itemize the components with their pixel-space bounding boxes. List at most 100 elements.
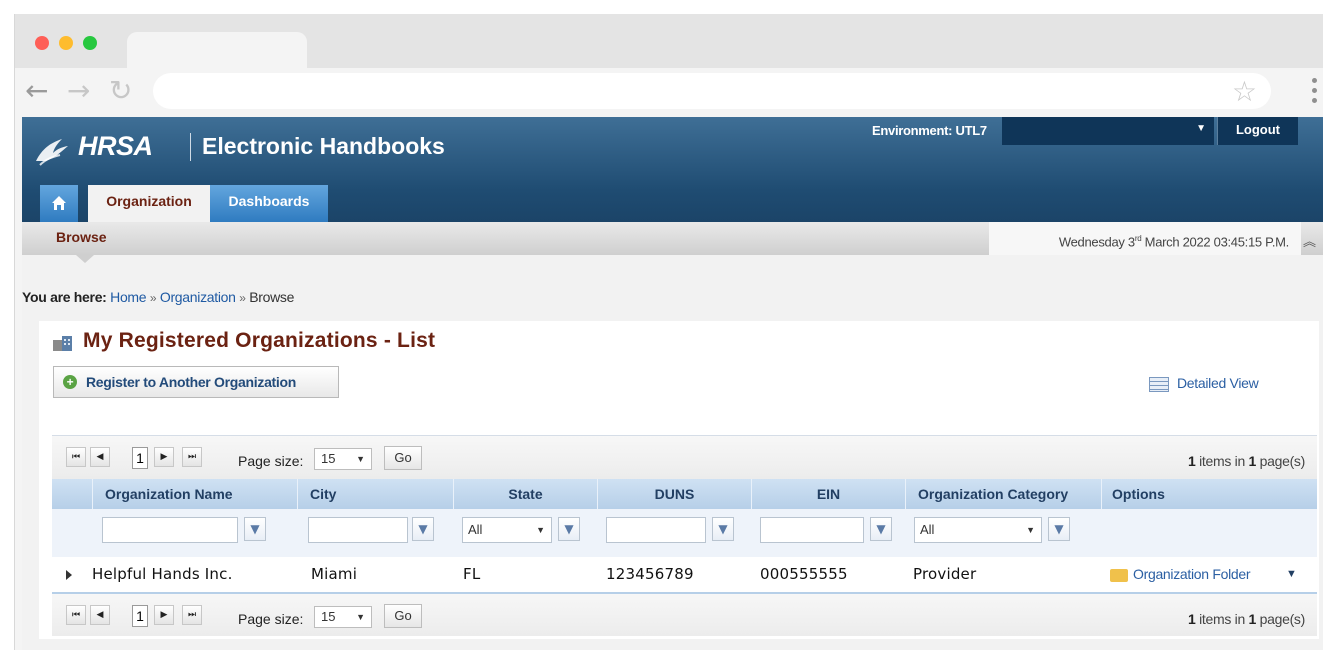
folder-icon — [1110, 569, 1128, 582]
chevron-down-icon: ▼ — [1026, 525, 1035, 535]
organization-folder-link[interactable]: Organization Folder — [1133, 557, 1251, 592]
organization-building-icon — [53, 336, 72, 351]
home-tab[interactable] — [40, 185, 78, 222]
minimize-window-dot[interactable] — [59, 36, 73, 50]
collapse-header-icon[interactable]: ︽ — [1303, 231, 1316, 250]
breadcrumb-organization[interactable]: Organization — [160, 289, 236, 305]
chevron-down-icon: ▼ — [536, 525, 545, 535]
table-header-row: Organization Name City State DUNS EIN Or… — [52, 479, 1317, 509]
column-header-duns[interactable]: DUNS — [597, 479, 751, 509]
last-page-button[interactable]: ⏭ — [182, 605, 202, 625]
go-button[interactable]: Go — [384, 446, 422, 470]
column-header-organization-category[interactable]: Organization Category — [905, 479, 1101, 509]
duns-filter-input[interactable] — [606, 517, 706, 543]
category-filter-select[interactable]: All ▼ — [914, 517, 1042, 543]
maximize-window-dot[interactable] — [83, 36, 97, 50]
browser-tab-bar — [15, 14, 1323, 72]
breadcrumb-home[interactable]: Home — [110, 289, 146, 305]
previous-page-button[interactable]: ◀ — [90, 447, 110, 467]
page-title: My Registered Organizations - List — [83, 329, 436, 352]
first-page-button[interactable]: ⏮ — [66, 605, 86, 625]
pages-suffix: page(s) — [1256, 453, 1306, 469]
browser-window: ← → ↻ ☆ HRSA Electronic Handbooks Enviro… — [14, 14, 1323, 650]
active-subnav-pointer — [76, 255, 94, 263]
category-filter-value: All — [920, 522, 935, 537]
list-view-icon — [1149, 377, 1169, 392]
site-header: HRSA Electronic Handbooks Environment: U… — [22, 117, 1323, 222]
user-account-dropdown[interactable]: ▼ — [1002, 117, 1214, 145]
filter-icon[interactable]: ▼ — [712, 517, 734, 541]
current-page-number[interactable]: 1 — [132, 447, 148, 469]
logout-button[interactable]: Logout — [1217, 117, 1298, 145]
logo-divider — [190, 133, 191, 161]
pages-count: 1 — [1248, 453, 1257, 469]
reload-icon[interactable]: ↻ — [109, 76, 132, 106]
close-window-dot[interactable] — [35, 36, 49, 50]
column-header-city[interactable]: City — [297, 479, 453, 509]
tab-organization[interactable]: Organization — [88, 185, 210, 222]
page-size-select[interactable]: 15 ▼ — [314, 448, 372, 470]
cell-organization-category: Provider — [913, 565, 977, 583]
items-count: 1 — [1188, 453, 1196, 469]
back-arrow-icon[interactable]: ← — [25, 76, 48, 106]
browser-menu-icon[interactable] — [1312, 78, 1318, 108]
page-size-select[interactable]: 15 ▼ — [314, 606, 372, 628]
filter-icon[interactable]: ▼ — [558, 517, 580, 541]
current-page-number[interactable]: 1 — [132, 605, 148, 627]
add-icon: + — [63, 375, 77, 389]
date-prefix: Wednesday 3 — [1058, 234, 1135, 250]
filter-row: ▼ ▼ All ▼ ▼ ▼ ▼ All ▼ ▼ — [52, 509, 1317, 557]
go-button[interactable]: Go — [384, 604, 422, 628]
organizations-grid: ⏮ ◀ 1 ▶ ⏭ Page size: 15 ▼ Go 1 items in 1… — [52, 435, 1317, 636]
next-page-button[interactable]: ▶ — [154, 605, 174, 625]
items-summary: 1 items in 1 page(s) — [1188, 453, 1305, 469]
first-page-button[interactable]: ⏮ — [66, 447, 86, 467]
chevron-down-icon[interactable]: ▼ — [1286, 557, 1297, 592]
page-size-value: 15 — [321, 451, 336, 466]
page-size-value: 15 — [321, 609, 336, 624]
expand-row-icon[interactable] — [66, 570, 72, 580]
page-size-label: Page size: — [238, 611, 304, 627]
tab-dashboards[interactable]: Dashboards — [210, 185, 328, 222]
column-header-ein[interactable]: EIN — [751, 479, 905, 509]
address-row: ← → ↻ ☆ — [15, 68, 1323, 118]
column-header-organization-name[interactable]: Organization Name — [92, 479, 297, 509]
organization-name-filter-input[interactable] — [102, 517, 238, 543]
hrsa-logo-text: HRSA — [78, 131, 153, 161]
environment-label: Environment: UTL7 — [872, 123, 987, 138]
browser-tab[interactable] — [127, 32, 307, 72]
grid-pager-top: ⏮ ◀ 1 ▶ ⏭ Page size: 15 ▼ Go 1 items in 1… — [52, 435, 1317, 479]
items-mid-text: items in — [1195, 453, 1249, 469]
page-size-label: Page size: — [238, 453, 304, 469]
chevron-down-icon: ▼ — [356, 612, 365, 622]
chevron-down-icon: ▼ — [356, 454, 365, 464]
table-row[interactable]: Helpful Hands Inc. Miami FL 123456789 00… — [52, 557, 1317, 592]
bookmark-star-icon[interactable]: ☆ — [1232, 75, 1257, 108]
cell-organization-name: Helpful Hands Inc. — [92, 565, 233, 583]
city-filter-input[interactable] — [308, 517, 408, 543]
state-filter-select[interactable]: All ▼ — [462, 517, 552, 543]
filter-icon[interactable]: ▼ — [870, 517, 892, 541]
column-header-state[interactable]: State — [453, 479, 597, 509]
filter-icon[interactable]: ▼ — [412, 517, 434, 541]
items-summary: 1 items in 1 page(s) — [1188, 611, 1305, 627]
filter-icon[interactable]: ▼ — [1048, 517, 1070, 541]
next-page-button[interactable]: ▶ — [154, 447, 174, 467]
subnav-browse[interactable]: Browse — [56, 229, 107, 245]
ein-filter-input[interactable] — [760, 517, 864, 543]
register-organization-button[interactable]: + Register to Another Organization — [53, 366, 339, 398]
date-suffix: March 2022 03:45:15 P.M. — [1141, 234, 1290, 250]
previous-page-button[interactable]: ◀ — [90, 605, 110, 625]
breadcrumb-separator: » — [149, 291, 157, 305]
forward-arrow-icon[interactable]: → — [67, 76, 90, 106]
main-content: My Registered Organizations - List + Reg… — [39, 321, 1319, 639]
expander-column-header — [52, 479, 92, 509]
filter-icon[interactable]: ▼ — [244, 517, 266, 541]
register-button-label: Register to Another Organization — [86, 374, 297, 390]
detailed-view-link[interactable]: Detailed View — [1149, 375, 1259, 392]
last-page-button[interactable]: ⏭ — [182, 447, 202, 467]
grid-pager-bottom: ⏮ ◀ 1 ▶ ⏭ Page size: 15 ▼ Go 1 items in 1… — [52, 592, 1317, 636]
items-count: 1 — [1188, 611, 1196, 627]
home-icon — [52, 196, 66, 210]
address-bar[interactable]: ☆ — [153, 73, 1271, 109]
